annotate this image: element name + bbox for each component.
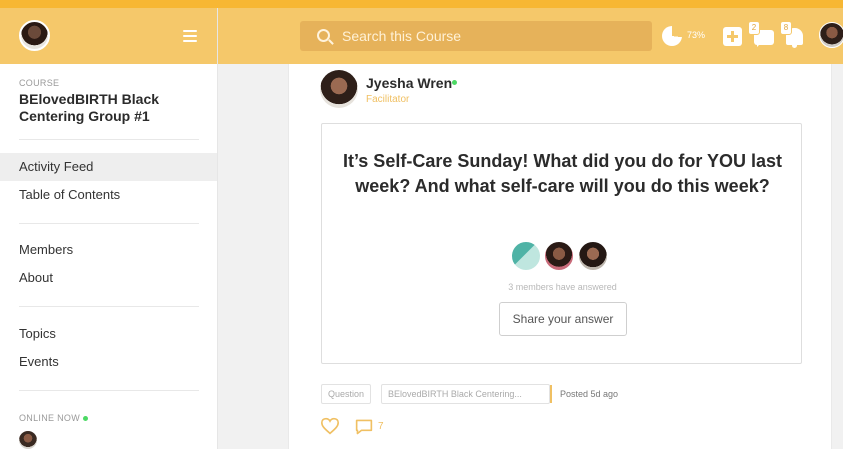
divider	[19, 223, 199, 224]
course-name[interactable]: BElovedBIRTH Black Centering Group #1	[19, 91, 199, 125]
notification-badge: 8	[780, 21, 792, 35]
progress-percent: 73%	[687, 30, 706, 40]
comment-count: 7	[378, 421, 384, 432]
question-box: It’s Self-Care Sunday! What did you do f…	[321, 123, 802, 364]
heart-icon[interactable]	[320, 417, 340, 435]
author-name[interactable]: Jyesha Wren	[366, 75, 452, 91]
search-input[interactable]	[342, 21, 642, 51]
question-text: It’s Self-Care Sunday! What did you do f…	[342, 151, 783, 196]
nav-table-of-contents[interactable]: Table of Contents	[0, 181, 217, 209]
author-role: Facilitator	[366, 94, 410, 105]
nav-members[interactable]: Members	[0, 236, 217, 264]
nav-topics[interactable]: Topics	[0, 320, 217, 348]
online-now-label: ONLINE NOW	[19, 413, 89, 423]
nav-activity-feed[interactable]: Activity Feed	[0, 153, 217, 181]
sidebar-header	[0, 8, 217, 64]
answered-count-text: 3 members have answered	[508, 282, 617, 292]
search-bar[interactable]	[300, 21, 652, 51]
community-logo[interactable]	[19, 20, 50, 51]
answerer-avatar[interactable]	[544, 241, 574, 271]
progress-pie-icon[interactable]	[662, 26, 682, 46]
author-avatar[interactable]	[320, 70, 358, 108]
divider	[19, 390, 199, 391]
divider	[19, 306, 199, 307]
menu-icon[interactable]	[183, 30, 197, 42]
app-frame: COURSE BElovedBIRTH Black Centering Grou…	[0, 8, 843, 449]
post-card: Jyesha Wren Facilitator It’s Self-Care S…	[288, 64, 832, 449]
online-member-avatar[interactable]	[19, 431, 37, 449]
user-avatar[interactable]	[819, 22, 843, 48]
comment-icon[interactable]	[354, 418, 374, 436]
add-icon[interactable]	[723, 27, 742, 46]
chat-badge: 2	[748, 21, 760, 35]
posted-time: Posted 5d ago	[560, 389, 619, 399]
search-icon	[317, 29, 330, 42]
tag-question[interactable]: Question	[321, 384, 372, 404]
top-header: 73% 2 8	[218, 8, 843, 64]
divider	[19, 139, 199, 140]
course-label: COURSE	[19, 78, 60, 88]
online-indicator-icon	[83, 416, 89, 422]
answerer-avatar[interactable]	[511, 241, 541, 271]
nav-about[interactable]: About	[0, 264, 217, 292]
sidebar: COURSE BElovedBIRTH Black Centering Grou…	[0, 8, 218, 449]
tag-separator	[550, 385, 552, 403]
nav-events[interactable]: Events	[0, 348, 217, 376]
online-indicator-icon	[452, 80, 457, 85]
answerer-avatar[interactable]	[578, 241, 608, 271]
share-answer-button[interactable]: Share your answer	[499, 302, 627, 336]
tag-space[interactable]: BElovedBIRTH Black Centering...	[381, 384, 550, 404]
